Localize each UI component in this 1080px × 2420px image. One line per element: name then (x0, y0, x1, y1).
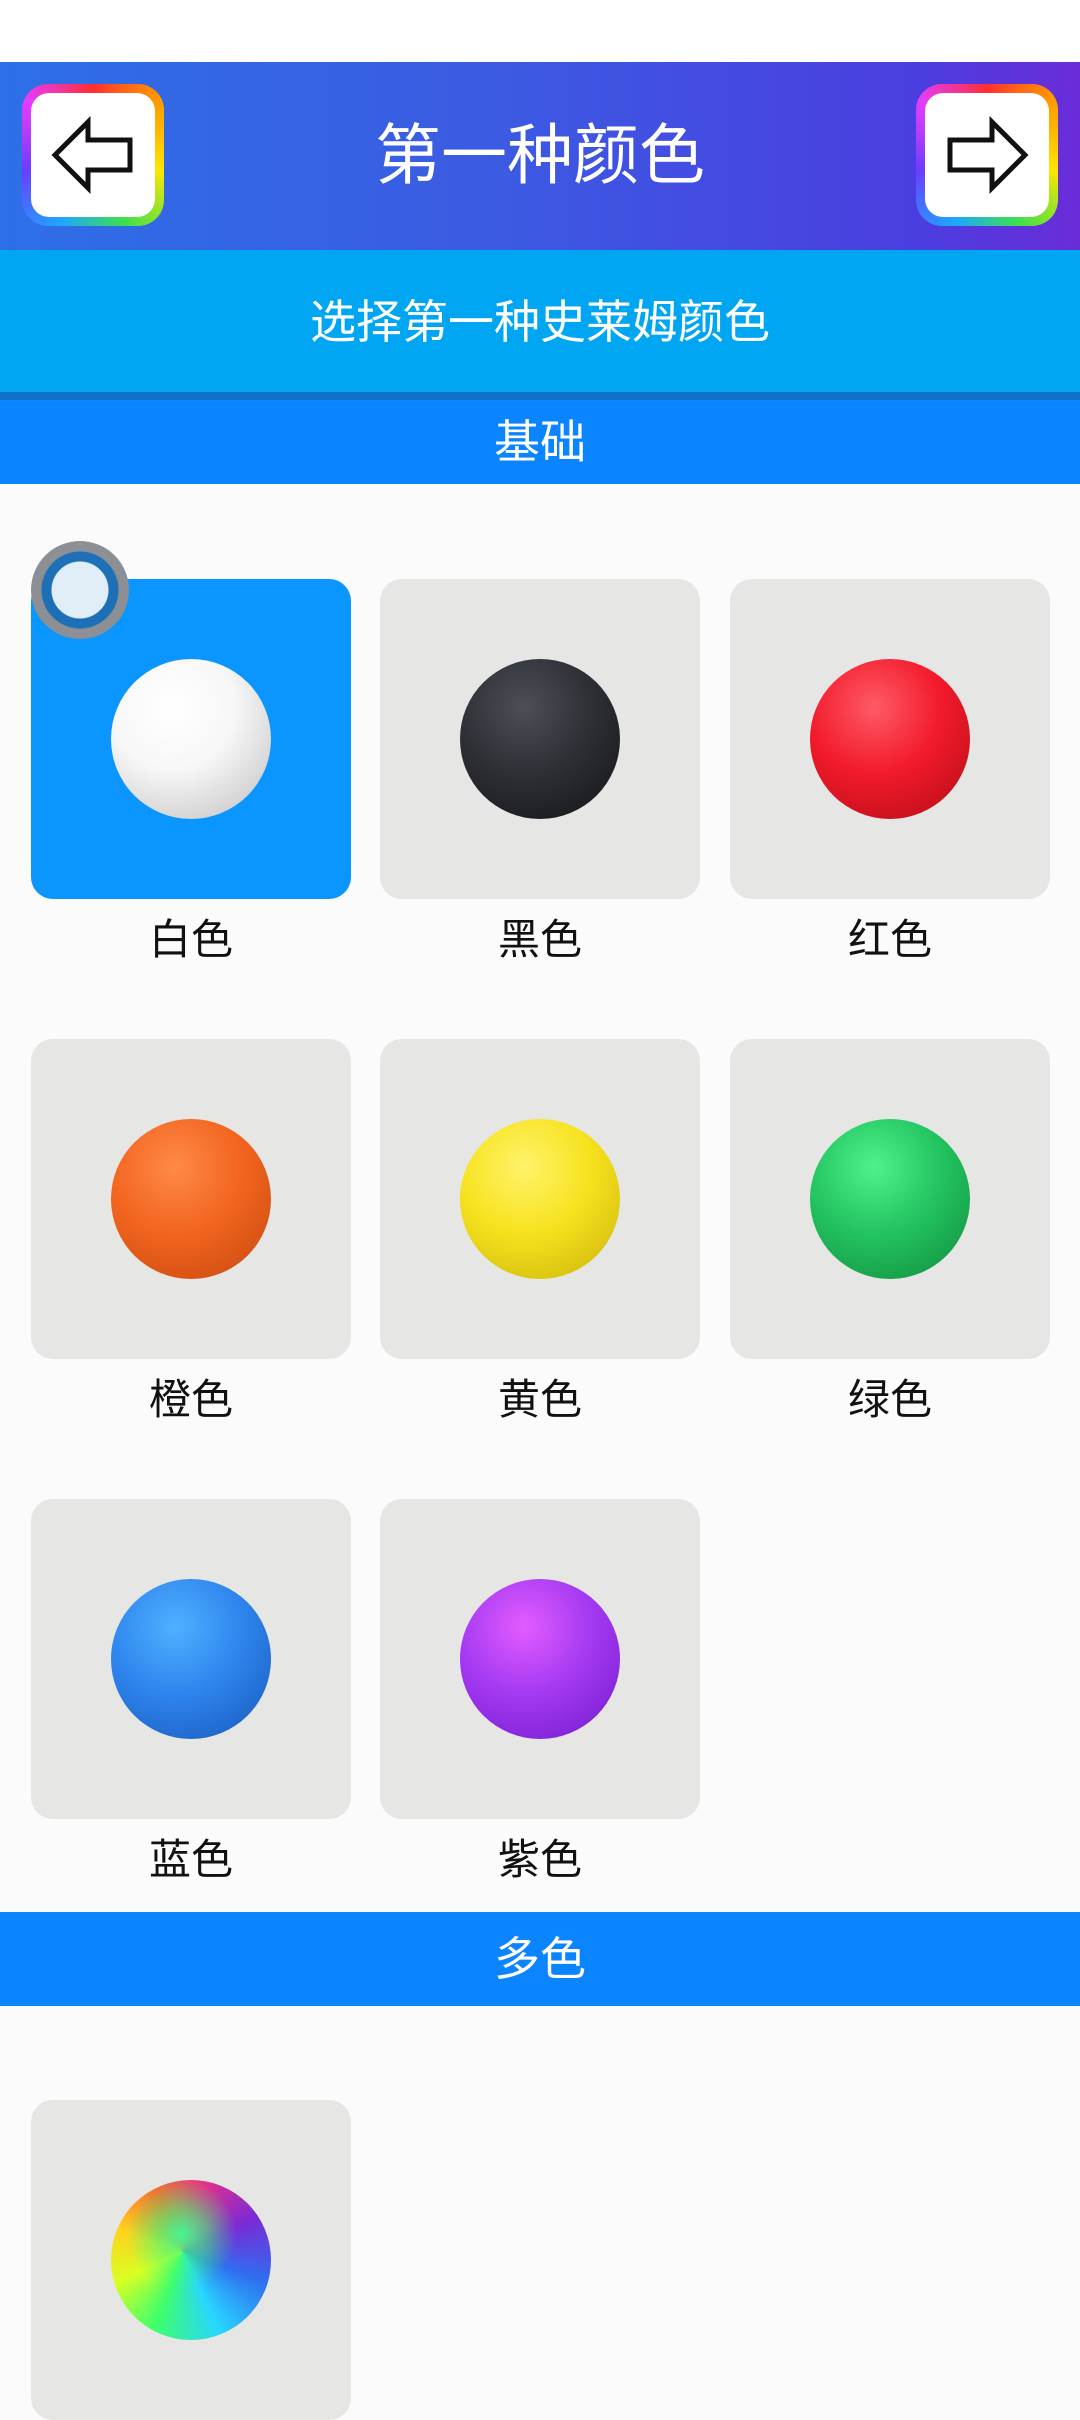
color-ball (810, 1119, 970, 1279)
color-ball (810, 659, 970, 819)
color-option-green[interactable] (730, 1039, 1050, 1359)
color-label: 黄色 (497, 1375, 582, 1424)
color-ball (111, 1579, 271, 1739)
arrow-right-icon (947, 115, 1029, 195)
color-label: 黑色 (497, 915, 582, 964)
color-option-orange[interactable] (31, 1039, 351, 1359)
color-option-blue[interactable] (31, 1499, 351, 1819)
header: 第一种颜色 (0, 62, 1080, 250)
color-label: 紫色 (497, 1835, 582, 1884)
divider (0, 392, 1080, 400)
touch-indicator (31, 541, 129, 639)
next-button[interactable] (916, 84, 1058, 226)
subtitle-text: 选择第一种史莱姆颜色 (310, 295, 770, 349)
subtitle-bar: 选择第一种史莱姆颜色 (0, 250, 1080, 392)
color-ball (111, 659, 271, 819)
color-ball (460, 659, 620, 819)
color-ball (111, 1119, 271, 1279)
section-header-basic: 基础 (0, 400, 1080, 484)
color-label: 橙色 (148, 1375, 233, 1424)
color-option-rainbow[interactable] (31, 2100, 351, 2420)
color-label: 红色 (847, 915, 932, 964)
color-ball (111, 2180, 271, 2340)
color-option-red[interactable] (730, 579, 1050, 899)
section-header-multicolor: 多色 (0, 1912, 1080, 2006)
color-ball (460, 1579, 620, 1739)
color-label: 绿色 (847, 1375, 932, 1424)
color-label: 白色 (148, 915, 233, 964)
status-bar (0, 0, 1080, 62)
color-option-yellow[interactable] (380, 1039, 700, 1359)
color-label: 蓝色 (148, 1835, 233, 1884)
color-option-black[interactable] (380, 579, 700, 899)
color-option-purple[interactable] (380, 1499, 700, 1819)
color-ball (460, 1119, 620, 1279)
